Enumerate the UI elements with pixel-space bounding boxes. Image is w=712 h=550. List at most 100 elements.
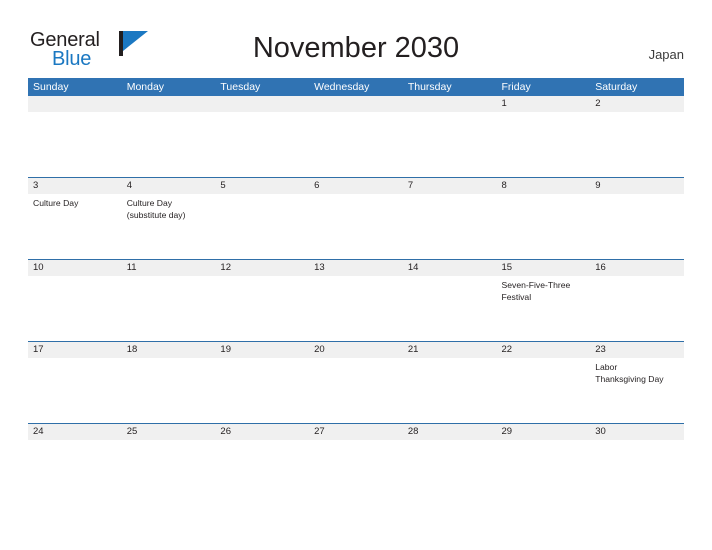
day-cell[interactable] [590, 276, 684, 341]
day-number[interactable]: 25 [122, 424, 216, 440]
day-number[interactable]: 24 [28, 424, 122, 440]
day-cell[interactable] [309, 440, 403, 470]
weekday-tuesday: Tuesday [220, 81, 261, 93]
day-cell[interactable] [497, 358, 591, 423]
calendar-week-row: 10 11 12 13 14 15 16 Seven-Five-Three Festival [28, 259, 684, 341]
day-cell[interactable] [215, 112, 309, 177]
day-cell[interactable] [122, 112, 216, 177]
day-cell[interactable] [28, 276, 122, 341]
day-number[interactable]: 30 [590, 424, 684, 440]
day-number[interactable]: 5 [215, 178, 309, 194]
day-cell[interactable] [403, 358, 497, 423]
day-number[interactable]: 12 [215, 260, 309, 276]
event-label: Festival [501, 291, 532, 302]
day-cell[interactable] [215, 194, 309, 259]
day-cell[interactable] [497, 440, 591, 470]
day-number[interactable]: 6 [309, 178, 403, 194]
page-header: General Blue November 2030 Japan [0, 0, 712, 78]
day-cell[interactable] [403, 276, 497, 341]
day-number[interactable]: 29 [497, 424, 591, 440]
day-number[interactable]: 15 [497, 260, 591, 276]
day-cell[interactable] [122, 276, 216, 341]
event-label: Thanksgiving Day [595, 373, 664, 384]
weekday-saturday: Saturday [595, 81, 638, 93]
day-number[interactable] [215, 96, 309, 112]
day-cell[interactable] [122, 358, 216, 423]
day-cell[interactable] [215, 440, 309, 470]
country-label: Japan [648, 47, 684, 62]
day-cell[interactable] [215, 276, 309, 341]
weekday-monday: Monday [126, 81, 165, 93]
day-cell[interactable]: Seven-Five-Three Festival [497, 276, 591, 341]
day-number[interactable]: 18 [122, 342, 216, 358]
event-label: Labor [595, 362, 618, 372]
day-number[interactable]: 27 [309, 424, 403, 440]
weekday-sunday: Sunday [33, 81, 69, 93]
day-cell[interactable] [28, 358, 122, 423]
day-cell[interactable] [122, 440, 216, 470]
day-number[interactable]: 9 [590, 178, 684, 194]
day-cell[interactable] [309, 276, 403, 341]
day-cell[interactable] [309, 194, 403, 259]
calendar-week-row: 12 [28, 96, 684, 177]
day-cell[interactable] [590, 112, 684, 177]
day-number[interactable]: 21 [403, 342, 497, 358]
day-cell[interactable]: Culture Day (substitute day) [122, 194, 216, 259]
day-number[interactable]: 4 [122, 178, 216, 194]
day-cell[interactable] [309, 112, 403, 177]
week-event-band: Culture Day Culture Day (substitute day) [28, 194, 684, 259]
day-number[interactable]: 23 [590, 342, 684, 358]
calendar-week-row: 17 18 19 20 21 22 23 Labor Thanksgiving Day [28, 341, 684, 423]
day-number[interactable]: 13 [309, 260, 403, 276]
day-number[interactable] [403, 96, 497, 112]
day-cell[interactable] [215, 358, 309, 423]
day-number[interactable] [309, 96, 403, 112]
week-date-band: 10 11 12 13 14 15 16 [28, 260, 684, 276]
event-label: Culture Day [126, 198, 173, 208]
day-number[interactable]: 10 [28, 260, 122, 276]
week-event-band [28, 112, 684, 177]
day-number[interactable]: 17 [28, 342, 122, 358]
day-cell[interactable] [590, 440, 684, 470]
weekday-wednesday: Wednesday [314, 81, 370, 93]
day-cell[interactable] [309, 358, 403, 423]
day-cell[interactable] [28, 112, 122, 177]
day-cell[interactable] [497, 194, 591, 259]
calendar-weeks: 1 2 3 4 5 6 7 8 9 Culture Day Culture Day (substitu… [28, 96, 684, 470]
week-date-band: 12 [28, 96, 684, 112]
day-number[interactable]: 2 [590, 96, 684, 112]
day-number[interactable]: 8 [497, 178, 591, 194]
day-number[interactable]: 28 [403, 424, 497, 440]
day-cell[interactable] [403, 440, 497, 470]
day-number[interactable]: 16 [590, 260, 684, 276]
event-label: Seven-Five-Three [501, 280, 571, 290]
day-number[interactable]: 19 [215, 342, 309, 358]
day-cell[interactable] [497, 112, 591, 177]
weekday-thursday: Thursday [407, 81, 452, 93]
day-number[interactable]: 22 [497, 342, 591, 358]
weekday-friday: Friday [501, 81, 531, 93]
day-cell[interactable] [403, 194, 497, 259]
calendar-grid: Sunday Monday Tuesday Wednesday Thursday… [28, 78, 684, 470]
day-number[interactable] [122, 96, 216, 112]
day-number[interactable] [28, 96, 122, 112]
day-cell[interactable] [590, 194, 684, 259]
week-date-band: 24 25 26 27 28 29 30 [28, 424, 684, 440]
day-number[interactable]: 11 [122, 260, 216, 276]
day-cell[interactable] [403, 112, 497, 177]
event-label: Culture Day [33, 198, 79, 208]
page-title: November 2030 [252, 32, 460, 64]
day-number[interactable]: 14 [403, 260, 497, 276]
day-cell[interactable] [28, 440, 122, 470]
week-date-band: 17 18 19 20 21 22 23 [28, 342, 684, 358]
day-cell[interactable]: Labor Thanksgiving Day [590, 358, 684, 423]
day-number[interactable]: 7 [403, 178, 497, 194]
day-number[interactable]: 20 [309, 342, 403, 358]
event-label: (substitute day) [126, 209, 186, 220]
day-number[interactable]: 26 [215, 424, 309, 440]
week-date-band: 3456789 [28, 178, 684, 194]
day-cell[interactable]: Culture Day [28, 194, 122, 259]
week-event-band [28, 440, 684, 470]
day-number[interactable]: 3 [28, 178, 122, 194]
day-number[interactable]: 1 [497, 96, 591, 112]
